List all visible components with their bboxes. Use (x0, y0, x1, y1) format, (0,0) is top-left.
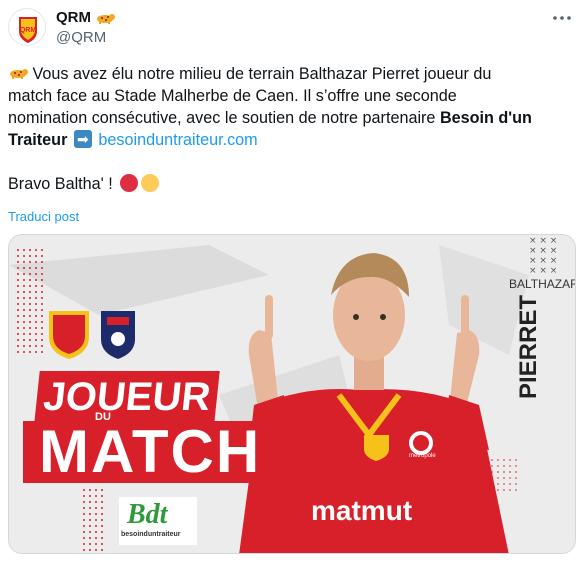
tweet-line-2: match face au Stade Malherbe de Caen. Il… (8, 87, 457, 105)
partner-name-part2: Traiteur (8, 131, 68, 149)
tweet-line-1: Vous avez élu notre milieu de terrain Ba… (32, 65, 492, 83)
player-first-name: BALTHAZAR (509, 277, 576, 291)
qrm-logo-icon: QRM (19, 17, 37, 43)
bravo-text: Bravo Baltha' ! (8, 175, 113, 193)
display-name[interactable]: QRM (56, 9, 91, 26)
more-options-button[interactable] (550, 8, 574, 28)
du-label: DU (95, 411, 111, 423)
cross-pattern: × × ×× × ×× × ×× × × (529, 236, 557, 276)
post-image[interactable]: × × × × × × × × × × × × JOUEUR MATCH DU … (8, 234, 576, 554)
svg-text:× × ×: × × × (529, 246, 557, 256)
avatar-text: QRM (20, 27, 37, 34)
leopard-emoji-icon (97, 13, 115, 24)
dot-pattern-bottom (79, 485, 107, 553)
avatar[interactable]: QRM (8, 8, 46, 46)
sponsor-logo: Bdt (127, 499, 168, 530)
author-handle[interactable]: @QRM (56, 29, 106, 46)
right-arrow-icon (73, 129, 92, 151)
joueur-label: JOUEUR (34, 371, 220, 423)
sponsor-name: besoinduntraiteur (121, 531, 181, 538)
shirt-partner: métropole (409, 453, 436, 459)
partner-link[interactable]: besoinduntraiteur.com (98, 131, 257, 149)
author-name-row[interactable]: QRM (56, 9, 115, 26)
sm-caen-crest-icon (101, 311, 135, 359)
red-circle-icon (120, 174, 139, 192)
leopard-emoji-icon (10, 69, 28, 79)
shirt-sponsor: matmut (311, 495, 413, 526)
tweet-card: QRM QRM @QRM Vous avez élu notre milieu … (0, 0, 584, 561)
match-label: MATCH (39, 418, 262, 485)
tweet-line-3: nomination consécutive, avec le soutien … (8, 109, 440, 127)
svg-text:× × ×: × × × (529, 236, 557, 246)
dot-pattern-left (13, 245, 43, 355)
svg-text:× × ×: × × × (529, 266, 557, 276)
yellow-circle-icon (141, 174, 160, 192)
player-last-name: PIERRET (515, 295, 542, 400)
partner-name-part1: Besoin d'un (439, 109, 532, 127)
more-horizontal-icon (553, 16, 571, 20)
sponsor-logo-box: Bdt besoinduntraiteur (119, 497, 197, 545)
tweet-text: Vous avez élu notre milieu de terrain Ba… (8, 63, 576, 195)
svg-text:× × ×: × × × (529, 256, 557, 266)
translate-post-link[interactable]: Traduci post (8, 209, 79, 224)
